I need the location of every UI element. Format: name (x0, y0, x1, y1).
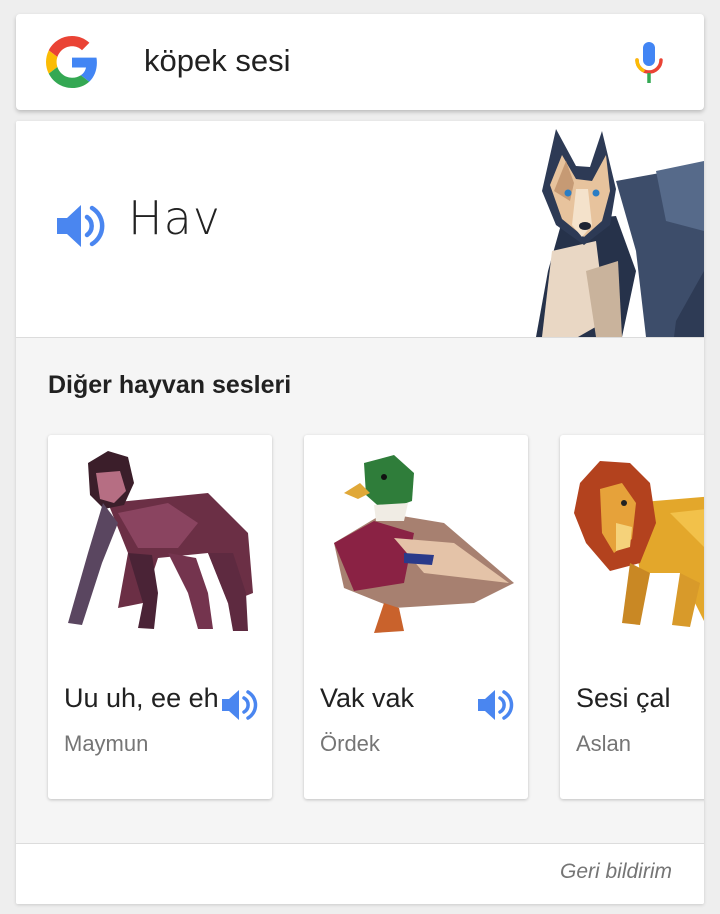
animal-name: Aslan (576, 731, 632, 756)
animal-sound-text: Sesi çal (576, 683, 671, 713)
microphone-icon[interactable] (632, 40, 666, 86)
speaker-icon[interactable] (54, 199, 108, 253)
animal-name: Maymun (64, 731, 149, 756)
search-bar[interactable]: köpek sesi (16, 14, 704, 110)
speaker-icon[interactable] (476, 685, 516, 725)
speaker-icon[interactable] (220, 685, 260, 725)
lion-illustration (574, 461, 704, 627)
sound-result[interactable]: Hav (16, 121, 704, 338)
animal-sound-text: Vak vak (320, 683, 415, 713)
duck-illustration (334, 455, 514, 633)
animal-name: Ördek (320, 731, 380, 756)
gorilla-illustration (68, 451, 253, 631)
section-title: Diğer hayvan sesleri (48, 371, 292, 399)
feedback-link[interactable]: Geri bildirim (560, 860, 672, 884)
animal-carousel[interactable]: Uu uh, ee eh Maymun Vak vak Ördek Sesi ç… (48, 435, 704, 801)
animal-card-duck[interactable]: Vak vak Ördek (304, 435, 528, 799)
dog-illustration (536, 129, 704, 337)
animal-sounds-card: Hav Diğer hayvan sesleri Uu uh, ee eh Ma… (16, 121, 704, 904)
result-sound-text: Hav (128, 191, 222, 245)
search-query[interactable]: köpek sesi (144, 43, 290, 79)
card-footer: Geri bildirim (16, 843, 704, 904)
google-logo-icon (46, 36, 97, 88)
animal-card-monkey[interactable]: Uu uh, ee eh Maymun (48, 435, 272, 799)
animal-sound-text: Uu uh, ee eh (64, 683, 219, 713)
animal-card-lion[interactable]: Sesi çal Aslan (560, 435, 704, 799)
